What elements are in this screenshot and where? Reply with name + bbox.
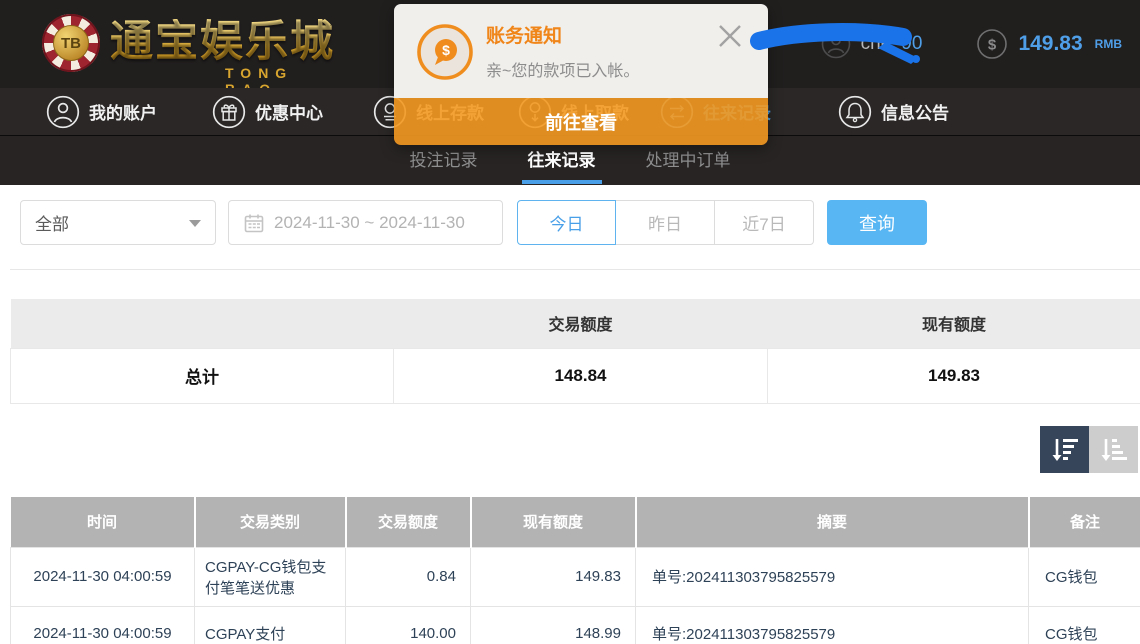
records-header-row: 时间 交易类别 交易额度 现有额度 摘要 备注 xyxy=(11,497,1140,547)
summary-total-label: 总计 xyxy=(11,348,394,403)
summary-header-balance: 现有额度 xyxy=(768,299,1140,348)
cell-type: CGPAY-CG钱包支付笔笔送优惠 xyxy=(195,547,346,606)
cell-note: CG钱包 xyxy=(1029,547,1140,606)
cell-balance: 149.83 xyxy=(471,547,636,606)
sort-ascending-button[interactable] xyxy=(1089,426,1138,473)
col-header-note: 备注 xyxy=(1029,497,1140,547)
cell-time: 2024-11-30 04:00:59 xyxy=(11,547,195,606)
cell-summary: 单号:202411303795825579 xyxy=(636,547,1029,606)
col-header-summary: 摘要 xyxy=(636,497,1029,547)
chip-monogram: TB xyxy=(53,25,89,61)
summary-header-trade: 交易额度 xyxy=(394,299,768,348)
username-visible-prefix: che xyxy=(861,33,892,55)
notification-body: $ 账务通知 亲~您的款项已入帐。 xyxy=(394,4,768,98)
cell-time: 2024-11-30 04:00:59 xyxy=(11,606,195,644)
quick-range-7days[interactable]: 近7日 xyxy=(715,200,814,245)
account-notification-popup: $ 账务通知 亲~您的款项已入帐。 前往查看 xyxy=(394,4,768,145)
quick-range-group: 今日 昨日 近7日 xyxy=(517,200,814,245)
bell-icon xyxy=(838,95,872,129)
cell-balance: 148.99 xyxy=(471,606,636,644)
date-range-picker[interactable]: 2024-11-30 ~ 2024-11-30 xyxy=(228,200,503,245)
summary-header-row: 交易额度 现有额度 xyxy=(11,299,1140,348)
poker-chip-icon: TB xyxy=(42,14,100,72)
topbar-right: che 90 $ 149.83 RMB xyxy=(821,0,1122,88)
filter-bar: 全部 2024-11-30 ~ 2024-11-30 今日 昨日 近7日 查询 xyxy=(0,185,1140,270)
col-header-amount: 交易额度 xyxy=(346,497,471,547)
username-visible-suffix: 90 xyxy=(901,33,922,55)
close-icon[interactable] xyxy=(716,22,744,50)
cell-note: CG钱包 xyxy=(1029,606,1140,644)
table-row: 2024-11-30 04:00:59 CGPAY支付 140.00 148.9… xyxy=(11,606,1140,644)
sort-descending-button[interactable] xyxy=(1040,426,1089,473)
balance-amount: 149.83 xyxy=(1018,32,1082,56)
nav-item-my-account[interactable]: 我的账户 xyxy=(46,88,157,135)
cell-summary: 单号:202411303795825579 xyxy=(636,606,1029,644)
balance[interactable]: $ 149.83 RMB xyxy=(976,28,1122,60)
notification-message: 亲~您的款项已入帐。 xyxy=(486,57,639,81)
nav-item-promotions[interactable]: 优惠中心 xyxy=(212,88,323,135)
cell-amount: 140.00 xyxy=(346,606,471,644)
cell-amount: 0.84 xyxy=(346,547,471,606)
brand-name-cn: 通宝娱乐城 xyxy=(110,19,335,66)
dollar-coin-icon: $ xyxy=(976,28,1008,60)
transaction-records-page: TB 通宝娱乐城 TONG BAO che 90 $ xyxy=(0,0,1140,644)
col-header-time: 时间 xyxy=(11,497,195,547)
svg-text:$: $ xyxy=(988,37,997,54)
svg-text:$: $ xyxy=(442,42,450,58)
summary-table: 交易额度 现有额度 总计 148.84 149.83 xyxy=(10,299,1140,404)
type-select[interactable]: 全部 xyxy=(20,200,216,245)
table-row: 2024-11-30 04:00:59 CGPAY-CG钱包支付笔笔送优惠 0.… xyxy=(11,547,1140,606)
user-account[interactable]: che 90 xyxy=(821,29,923,59)
date-range-value: 2024-11-30 ~ 2024-11-30 xyxy=(274,213,465,233)
summary-total-trade: 148.84 xyxy=(394,348,768,403)
calendar-icon xyxy=(243,212,265,234)
brand-logo[interactable]: TB 通宝娱乐城 TONG BAO xyxy=(42,14,335,72)
section-divider xyxy=(10,269,1140,270)
query-button[interactable]: 查询 xyxy=(827,200,927,245)
balance-currency: RMB xyxy=(1095,37,1122,51)
type-select-value: 全部 xyxy=(35,210,69,235)
summary-total-row: 总计 148.84 149.83 xyxy=(11,348,1140,403)
col-header-balance: 现有额度 xyxy=(471,497,636,547)
notification-title: 账务通知 xyxy=(486,21,562,48)
quick-range-today[interactable]: 今日 xyxy=(517,200,616,245)
cell-type: CGPAY支付 xyxy=(195,606,346,644)
summary-header-blank xyxy=(11,299,394,348)
col-header-type: 交易类别 xyxy=(195,497,346,547)
money-message-icon: $ xyxy=(416,23,474,81)
sort-ascending-icon xyxy=(1099,436,1129,464)
nav-item-announcements[interactable]: 信息公告 xyxy=(838,88,949,135)
quick-range-yesterday[interactable]: 昨日 xyxy=(616,200,715,245)
sort-controls xyxy=(1040,426,1138,473)
user-circle-icon xyxy=(46,95,80,129)
brand-text: 通宝娱乐城 TONG BAO xyxy=(110,19,335,66)
sort-descending-icon xyxy=(1050,436,1080,464)
user-icon xyxy=(821,29,851,59)
chevron-down-icon xyxy=(189,220,201,227)
records-table: 时间 交易类别 交易额度 现有额度 摘要 备注 2024-11-30 04:00… xyxy=(10,497,1140,644)
notification-action-button[interactable]: 前往查看 xyxy=(394,98,768,145)
gift-icon xyxy=(212,95,246,129)
summary-total-balance: 149.83 xyxy=(768,348,1140,403)
